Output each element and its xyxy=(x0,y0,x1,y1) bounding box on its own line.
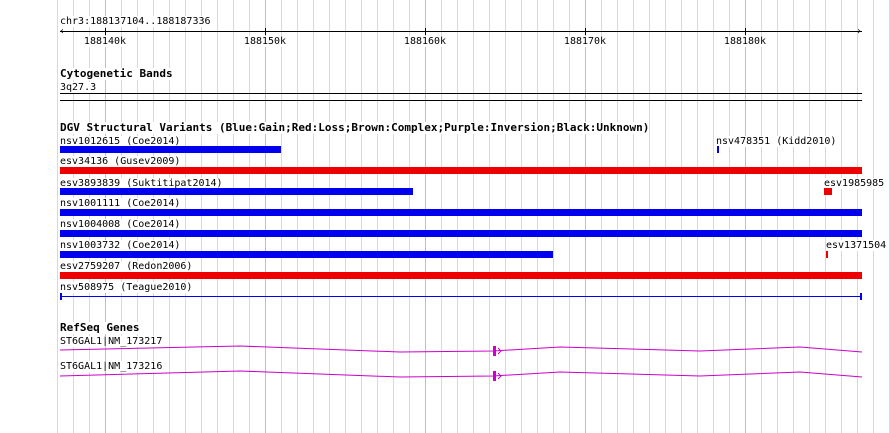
gene-intron-line xyxy=(59,370,863,378)
gene-exon xyxy=(493,346,496,356)
genome-browser-panel: chr3:188137104..188187336 ‹ › 188140k 18… xyxy=(0,0,890,433)
gene-exon xyxy=(493,371,496,381)
gene-intron-line xyxy=(59,345,863,353)
gene-models xyxy=(59,345,863,381)
